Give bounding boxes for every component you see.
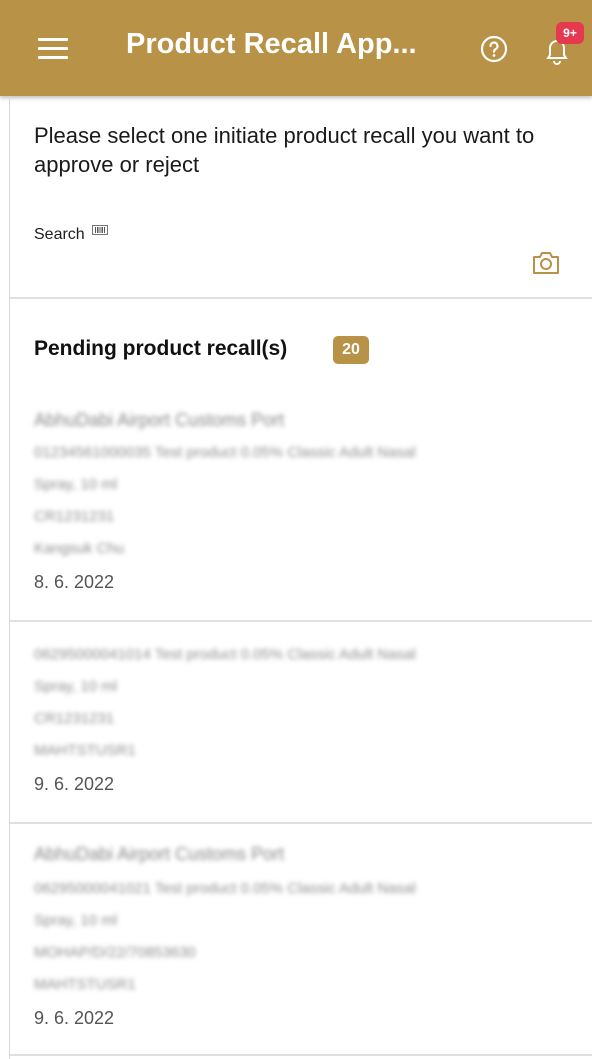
help-icon: [480, 35, 508, 63]
item-date: 9. 6. 2022: [34, 1008, 115, 1028]
menu-button[interactable]: [38, 38, 68, 60]
menu-icon: [38, 38, 68, 41]
instruction-text: Please select one initiate product recal…: [34, 123, 535, 177]
item-product-cont: Spray, 10 ml: [34, 912, 118, 929]
item-user: Kangsuk Chu: [34, 540, 125, 557]
item-user: MAHTSTUSR1: [34, 976, 136, 993]
item-product-cont: Spray, 10 ml: [34, 476, 118, 493]
item-product: 06295000041021 Test product 0.05% Classi…: [34, 880, 416, 897]
divider: [10, 297, 592, 299]
item-port: AbhuDabi Airport Customs Port: [34, 410, 285, 430]
item-user: MAHTSTUSR1: [34, 742, 136, 759]
item-product-cont: Spray, 10 ml: [34, 678, 118, 695]
camera-icon: [533, 252, 559, 274]
camera-button[interactable]: [531, 250, 561, 276]
item-date: 8. 6. 2022: [34, 572, 115, 592]
help-button[interactable]: [478, 33, 510, 65]
page-title: Product Recall App...: [126, 28, 417, 60]
list-item[interactable]: AbhuDabi Airport Customs Port 0629500004…: [10, 824, 592, 1054]
pending-title: Pending product recall(s): [34, 337, 288, 360]
search-label: Search: [34, 226, 85, 243]
app-bar: Product Recall App... 9+: [0, 0, 592, 96]
list-item[interactable]: 06295000041014 Test product 0.05% Classi…: [10, 622, 592, 820]
list-item[interactable]: AbhuDabi Airport Customs Port 0123456100…: [10, 400, 592, 620]
barcode-icon: [92, 225, 108, 235]
item-date: 9. 6. 2022: [34, 774, 115, 794]
menu-icon-bar: [38, 56, 68, 59]
item-product: 06295000041014 Test product 0.05% Classi…: [34, 646, 416, 663]
divider: [10, 1054, 592, 1056]
pending-count-badge: 20: [333, 336, 369, 364]
item-reference: MOHAP/D/22/70853630: [34, 944, 196, 961]
item-product: 01234561000035 Test product 0.05% Classi…: [34, 444, 416, 461]
item-reference: CR1231231: [34, 508, 115, 525]
notification-badge: 9+: [556, 22, 584, 44]
item-reference: CR1231231: [34, 710, 115, 727]
item-port: AbhuDabi Airport Customs Port: [34, 844, 285, 864]
menu-icon-bar: [38, 47, 68, 50]
